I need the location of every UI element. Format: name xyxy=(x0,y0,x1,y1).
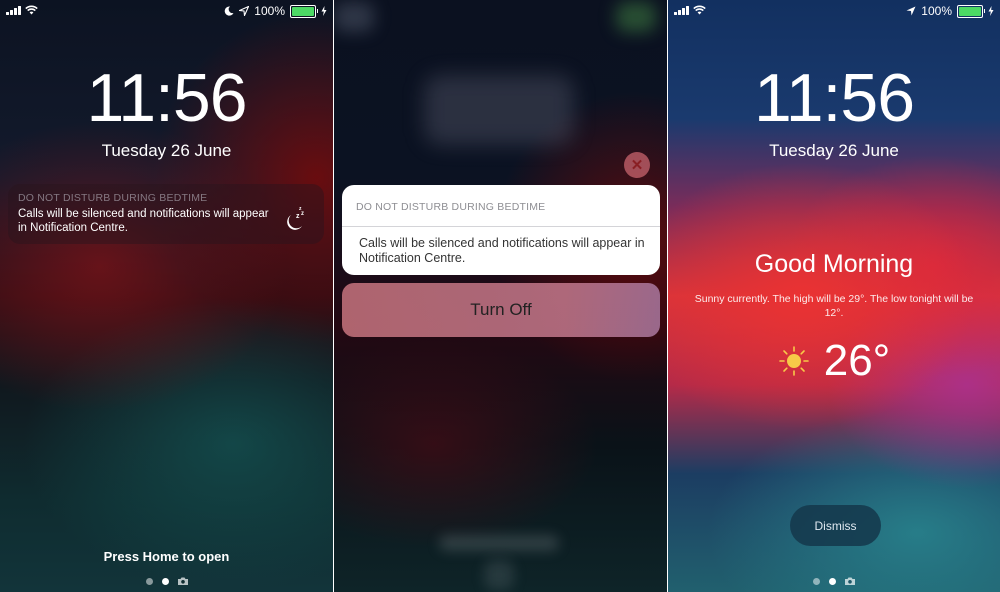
location-arrow-icon xyxy=(239,6,250,16)
lock-clock: 11:56 xyxy=(86,60,247,136)
status-bar: 100% xyxy=(668,4,1000,20)
signal-icon xyxy=(6,5,21,15)
battery-icon xyxy=(957,4,985,18)
close-icon: ✕ xyxy=(630,157,644,174)
greeting-title: Good Morning xyxy=(754,250,914,278)
battery-percent: 100% xyxy=(254,4,285,18)
temperature: 26° xyxy=(823,336,891,385)
moon-zzz-icon: z z z xyxy=(287,206,304,230)
notification-body: Calls will be silenced and notifications… xyxy=(18,208,269,234)
lock-clock: 11:56 xyxy=(753,60,915,136)
lockscreen-dnd-panel: 100% 11:56 Tuesday 26 June DO NOT DISTUR… xyxy=(0,0,333,592)
lock-date: Tuesday 26 June xyxy=(769,141,899,160)
battery-percent: 100% xyxy=(921,4,952,18)
moon-icon xyxy=(225,6,234,16)
page-dot[interactable] xyxy=(145,577,153,585)
page-indicator[interactable] xyxy=(0,577,333,585)
location-arrow-icon xyxy=(906,6,916,16)
page-dot-active[interactable] xyxy=(829,577,836,585)
charging-bolt-icon xyxy=(321,6,327,16)
camera-icon[interactable] xyxy=(177,577,188,585)
blurred-home-hint xyxy=(439,535,559,551)
card-title: DO NOT DISTURB DURING BEDTIME xyxy=(342,185,660,227)
blurred-status-left xyxy=(334,2,374,32)
blurred-battery xyxy=(616,2,656,32)
signal-icon xyxy=(674,5,689,15)
turn-off-button[interactable]: Turn Off xyxy=(342,283,660,337)
close-button[interactable]: ✕ xyxy=(624,152,650,178)
battery-icon xyxy=(290,4,318,18)
current-weather: 26° xyxy=(668,336,1000,386)
dnd-expanded-panel: ✕ DO NOT DISTURB DURING BEDTIME Calls wi… xyxy=(334,0,667,592)
blurred-clock xyxy=(424,75,574,145)
good-morning-panel: 100% 11:56 Tuesday 26 June Good Morning … xyxy=(668,0,1000,592)
lock-date: Tuesday 26 June xyxy=(101,141,232,160)
wifi-icon xyxy=(692,5,706,15)
wifi-icon xyxy=(24,5,38,15)
card-body: Calls will be silenced and notifications… xyxy=(359,236,645,265)
dnd-notification[interactable]: DO NOT DISTURB DURING BEDTIME Calls will… xyxy=(8,184,324,244)
forecast-text: Sunny currently. The high will be 29°. T… xyxy=(694,293,974,319)
page-indicator[interactable] xyxy=(668,577,1000,585)
status-bar: 100% xyxy=(0,4,333,20)
camera-icon[interactable] xyxy=(845,577,855,585)
sun-icon xyxy=(778,346,809,376)
notification-title: DO NOT DISTURB DURING BEDTIME xyxy=(18,192,208,204)
page-dot-active[interactable] xyxy=(161,577,169,585)
charging-bolt-icon xyxy=(988,6,994,16)
press-home-hint: Press Home to open xyxy=(103,549,230,564)
dnd-card: DO NOT DISTURB DURING BEDTIME Calls will… xyxy=(342,185,660,275)
page-dot[interactable] xyxy=(813,577,820,585)
blurred-page-indicator xyxy=(484,560,514,590)
dismiss-button[interactable]: Dismiss xyxy=(790,505,881,546)
svg-text:z: z xyxy=(296,213,300,220)
